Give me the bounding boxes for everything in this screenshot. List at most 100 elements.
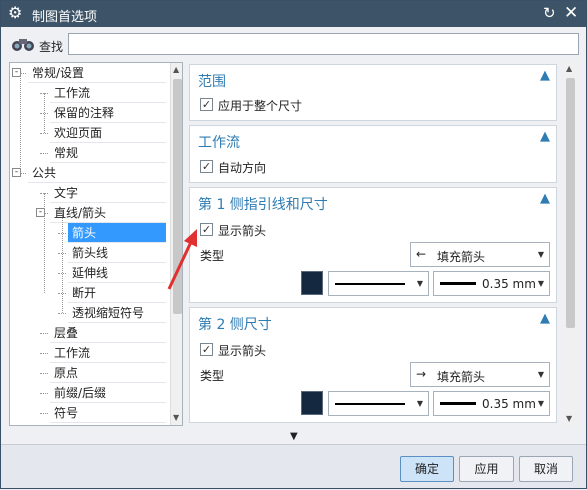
- chevron-up-icon[interactable]: ▲: [540, 191, 550, 206]
- tree-item-label: 透视缩短符号: [72, 306, 145, 320]
- tree-connector: [40, 393, 48, 394]
- chevron-down-icon: ▼: [537, 370, 544, 379]
- tree-item-selected[interactable]: 箭头: [68, 223, 166, 243]
- chevron-up-icon[interactable]: ▲: [540, 68, 550, 83]
- tree-item-label: 前缀/后缀: [54, 386, 107, 400]
- cancel-button[interactable]: 取消: [519, 456, 573, 482]
- ok-button[interactable]: 确定: [400, 456, 454, 482]
- tree-scroll-thumb[interactable]: [173, 79, 182, 314]
- section-title: 第 2 侧尺寸: [198, 317, 272, 333]
- tree-connector: [40, 373, 48, 374]
- tree-item-label: 文字: [54, 186, 79, 200]
- section-title: 工作流: [198, 135, 240, 151]
- tree-item-label: 工作流: [54, 86, 91, 100]
- tree-connector: [58, 313, 66, 314]
- arrow-type-dropdown[interactable]: → 填充箭头 ▼: [410, 362, 550, 387]
- tree-connector: [62, 213, 63, 313]
- scroll-down-icon[interactable]: ▼: [173, 413, 179, 422]
- show-arrow-checkbox[interactable]: ✓: [200, 223, 213, 236]
- tree-item-label: 常规: [54, 146, 79, 160]
- scroll-up-icon[interactable]: ▲: [566, 64, 572, 73]
- line-style-preview: [335, 283, 405, 285]
- preferences-dialog: ⚙ 制图首选项 ↻ ✕ 查找 常规/设置 - 工作流 保留的注释 欢迎页面 常规 公共 - 文字…: [0, 0, 587, 489]
- category-tree: 常规/设置 - 工作流 保留的注释 欢迎页面 常规 公共 - 文字 直线/箭头 - 箭头 箭头线 延伸线断…: [9, 62, 183, 426]
- show-arrow-checkbox[interactable]: ✓: [200, 343, 213, 356]
- settings-panel: 范围 ▲ ✓ 应用于整个尺寸 工作流 ▲ ✓ 自动方向 第 1 侧指引线和尺寸 …: [187, 62, 579, 426]
- apply-button[interactable]: 应用: [459, 456, 514, 482]
- tree-item-label: 断开: [72, 286, 97, 300]
- chevron-up-icon[interactable]: ▲: [540, 129, 550, 144]
- line-width-preview: [440, 402, 476, 405]
- tree-item[interactable]: 文字: [50, 183, 166, 203]
- tree-connector: [40, 353, 48, 354]
- chevron-up-icon[interactable]: ▲: [540, 311, 550, 326]
- tree-item[interactable]: 延伸线: [68, 263, 166, 283]
- tree-item[interactable]: 常规/设置: [28, 63, 166, 83]
- arrow-type-value: 填充箭头: [437, 370, 486, 384]
- tree-item[interactable]: 透视缩短符号: [68, 303, 166, 323]
- tree-item[interactable]: 前缀/后缀: [50, 383, 166, 403]
- tree-item[interactable]: 断开: [68, 283, 166, 303]
- tree-item-label: 延伸线: [72, 266, 109, 280]
- apply-whole-dimension-checkbox[interactable]: ✓: [200, 98, 213, 111]
- color-swatch[interactable]: [301, 391, 323, 415]
- tree-connector: [40, 333, 48, 334]
- search-row: 查找: [1, 29, 586, 61]
- tree-item-label: 箭头: [72, 226, 97, 240]
- arrow-type-dropdown[interactable]: ← 填充箭头 ▼: [410, 242, 550, 267]
- tree-item-label: 欢迎页面: [54, 126, 103, 140]
- chevron-down-icon: ▼: [537, 399, 544, 408]
- expand-more-icon[interactable]: ▼: [290, 431, 298, 442]
- section-title: 范围: [198, 74, 226, 90]
- tree-item[interactable]: 工作流: [50, 83, 166, 103]
- button-bar: 确定 应用 取消: [1, 444, 586, 488]
- tree-item-label: 保留的注释: [54, 106, 115, 120]
- checkbox-label: 显示箭头: [218, 224, 267, 238]
- type-label: 类型: [200, 249, 225, 263]
- panel-scrollbar[interactable]: ▲ ▼: [563, 62, 577, 426]
- tree-item[interactable]: 工作流: [50, 343, 166, 363]
- line-style-dropdown[interactable]: ▼: [328, 391, 429, 416]
- tree-connector: [44, 93, 45, 133]
- tree-scrollbar[interactable]: ▲ ▼: [170, 63, 182, 425]
- tree-item-label: 符号: [54, 406, 79, 420]
- reset-icon[interactable]: ↻: [543, 4, 556, 22]
- color-swatch[interactable]: [301, 271, 323, 295]
- scroll-up-icon[interactable]: ▲: [173, 65, 179, 74]
- type-label: 类型: [200, 369, 225, 383]
- close-icon[interactable]: ✕: [564, 3, 578, 23]
- tree-item[interactable]: 箭头线: [68, 243, 166, 263]
- chevron-down-icon: ▼: [416, 279, 423, 288]
- line-style-preview: [335, 403, 405, 405]
- tree-item[interactable]: 保留的注释: [50, 103, 166, 123]
- section-range: 范围 ▲ ✓ 应用于整个尺寸: [189, 64, 557, 121]
- line-width-value: 0.35 mm: [482, 397, 536, 411]
- line-style-dropdown[interactable]: ▼: [328, 271, 429, 296]
- search-input[interactable]: [68, 33, 579, 55]
- checkbox-label: 显示箭头: [218, 344, 267, 358]
- tree-item[interactable]: 欢迎页面: [50, 123, 166, 143]
- line-width-dropdown[interactable]: 0.35 mm ▼: [433, 271, 550, 296]
- line-width-value: 0.35 mm: [482, 277, 536, 291]
- title-bar: ⚙ 制图首选项 ↻ ✕: [1, 1, 586, 27]
- line-width-dropdown[interactable]: 0.35 mm ▼: [433, 391, 550, 416]
- scroll-down-icon[interactable]: ▼: [566, 414, 572, 423]
- tree-item[interactable]: 原点: [50, 363, 166, 383]
- checkbox-label: 应用于整个尺寸: [218, 99, 303, 113]
- section-side2: 第 2 侧尺寸 ▲ ✓ 显示箭头 类型 → 填充箭头 ▼ ▼ 0.35 mm ▼: [189, 307, 557, 423]
- tree-item[interactable]: 常规: [50, 143, 166, 163]
- tree-connector: [44, 193, 45, 293]
- tree-item[interactable]: 符号: [50, 403, 166, 423]
- section-workflow: 工作流 ▲ ✓ 自动方向: [189, 125, 557, 183]
- tree-item-label: 箭头线: [72, 246, 109, 260]
- auto-direction-checkbox[interactable]: ✓: [200, 160, 213, 173]
- tree-connector: [40, 413, 48, 414]
- panel-scroll-thumb[interactable]: [566, 78, 575, 328]
- tree-item-label: 原点: [54, 366, 79, 380]
- section-side1: 第 1 侧指引线和尺寸 ▲ ✓ 显示箭头 类型 ← 填充箭头 ▼ ▼ 0.35 …: [189, 187, 557, 303]
- binoculars-icon: [12, 39, 34, 51]
- tree-item[interactable]: 公共: [28, 163, 166, 183]
- window-title: 制图首选项: [32, 10, 98, 25]
- tree-item[interactable]: 层叠: [50, 323, 166, 343]
- tree-item[interactable]: 直线/箭头: [50, 203, 166, 223]
